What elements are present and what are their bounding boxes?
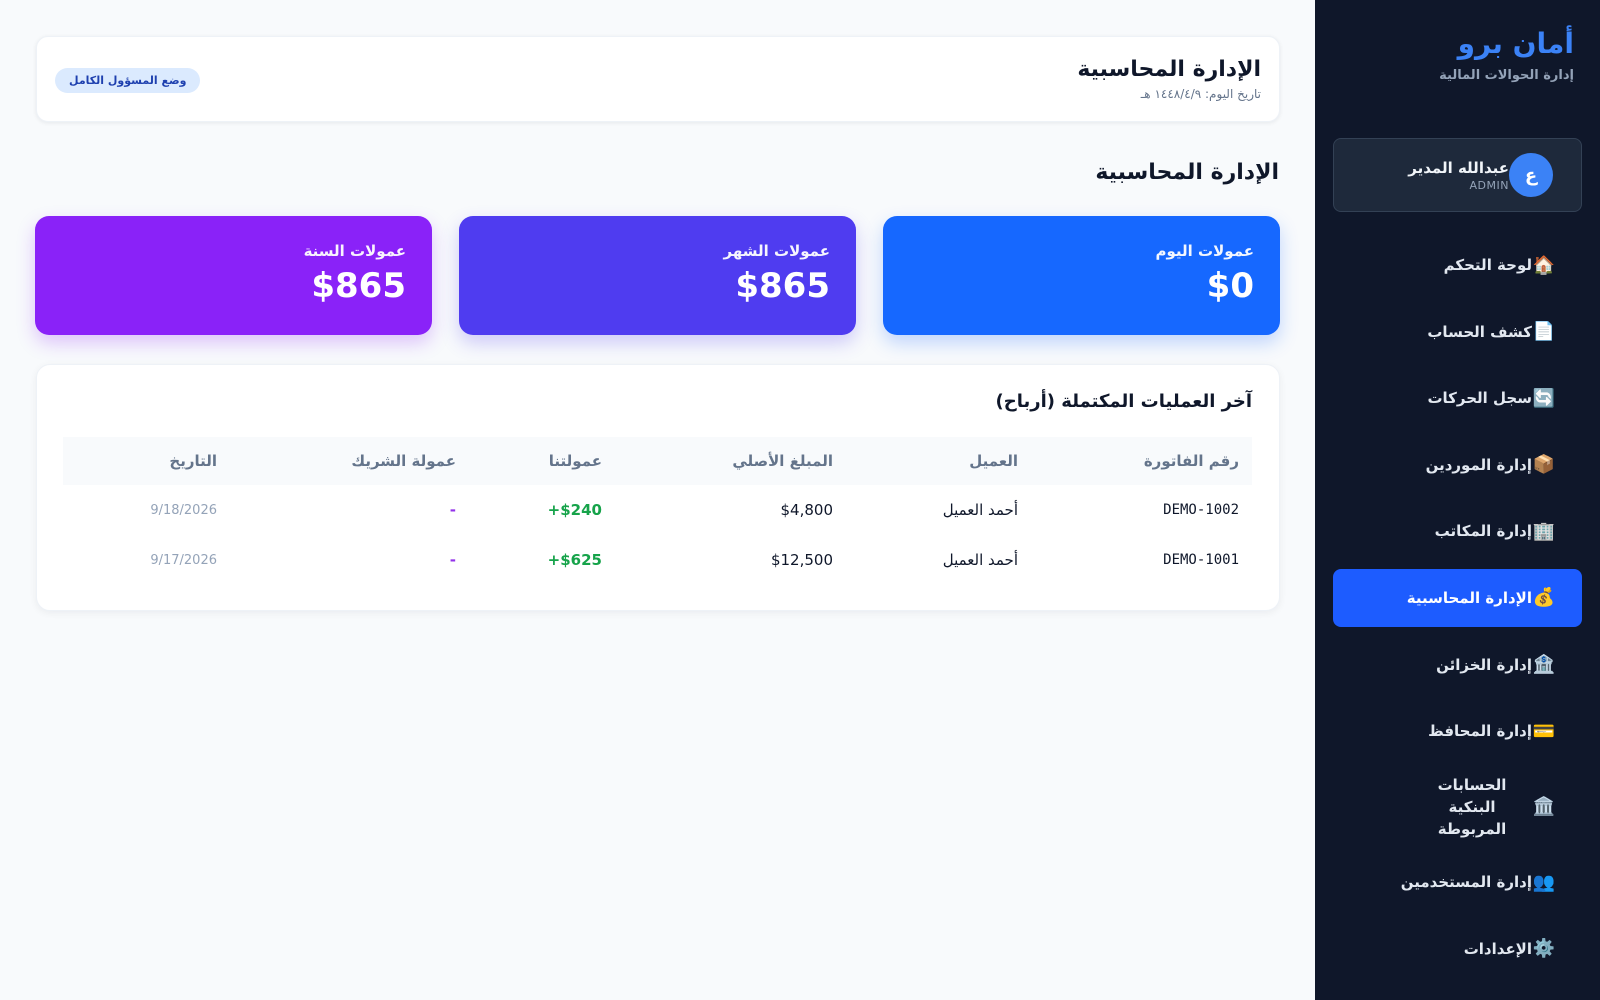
sidebar: أمان برو إدارة الحوالات المالية ع عبدالل…: [1315, 0, 1600, 1000]
today-date: تاريخ اليوم: ١٤٤٨/٤/٩ هـ: [1140, 87, 1261, 101]
user-name: عبدالله المدير: [1408, 158, 1509, 177]
sidebar-nav: 🏠 لوحة التحكم 📄 كشف الحساب 🔄 سجل الحركات…: [1333, 236, 1582, 987]
sidebar-item-label: كشف الحساب: [1427, 322, 1532, 341]
sidebar-item-accounting[interactable]: 💰 الإدارة المحاسبية: [1333, 568, 1582, 627]
sidebar-item-suppliers[interactable]: 📦 إدارة الموردين: [1333, 436, 1582, 494]
table-title: آخر العمليات المكتملة (أرباح): [995, 391, 1252, 412]
sidebar-item-settings[interactable]: ⚙️ الإعدادات: [1333, 920, 1582, 978]
table-row: DEMO-1001 أحمد العميل $12,500 +$625 - 9/…: [63, 535, 1252, 585]
home-icon: 🏠: [1532, 254, 1556, 276]
cell-partner-commission: -: [449, 501, 456, 519]
header-our-commission: عمولتنا: [548, 452, 602, 470]
cell-our-commission: +$625: [547, 551, 602, 569]
stat-value: $865: [735, 266, 830, 306]
sidebar-item-label: الإدارة المحاسبية: [1406, 588, 1532, 607]
stat-value: $865: [311, 266, 406, 306]
sidebar-item-label: إدارة المحافظ: [1428, 722, 1532, 741]
header-date: التاريخ: [169, 452, 217, 470]
header-invoice: رقم الفاتورة: [1143, 452, 1239, 470]
section-title: الإدارة المحاسبية: [1095, 160, 1279, 185]
header-amount: المبلغ الأصلي: [732, 452, 833, 470]
cell-client: أحمد العميل: [942, 551, 1018, 569]
stat-label: عمولات اليوم: [1155, 242, 1254, 260]
sidebar-item-dashboard[interactable]: 🏠 لوحة التحكم: [1333, 236, 1582, 294]
stat-label: عمولات السنة: [303, 242, 406, 260]
table-header: رقم الفاتورة العميل المبلغ الأصلي عمولتن…: [63, 437, 1252, 485]
sidebar-item-label: الحسابات البنكية المربوطة: [1437, 775, 1507, 838]
sidebar-item-label: إدارة المكاتب: [1434, 522, 1532, 541]
page-header: الإدارة المحاسبية تاريخ اليوم: ١٤٤٨/٤/٩ …: [36, 36, 1280, 122]
cell-amount: $4,800: [780, 501, 834, 519]
cell-our-commission: +$240: [547, 501, 602, 519]
sidebar-item-label: سجل الحركات: [1427, 389, 1532, 408]
sidebar-item-account-statement[interactable]: 📄 كشف الحساب: [1333, 303, 1582, 361]
sidebar-item-linked-bank-accounts[interactable]: 🏛️ الحسابات البنكية المربوطة: [1333, 769, 1582, 845]
sidebar-item-label: الإعدادات: [1463, 939, 1532, 958]
user-role: ADMIN: [1469, 178, 1509, 192]
users-icon: 👥: [1532, 871, 1556, 893]
sidebar-item-treasuries[interactable]: 🏦 إدارة الخزائن: [1333, 636, 1582, 694]
user-card[interactable]: ع عبدالله المدير ADMIN: [1333, 138, 1582, 212]
main-content: الإدارة المحاسبية تاريخ اليوم: ١٤٤٨/٤/٩ …: [0, 0, 1315, 1000]
cell-partner-commission: -: [449, 551, 456, 569]
table-row: DEMO-1002 أحمد العميل $4,800 +$240 - 9/1…: [63, 485, 1252, 535]
brand-subtitle: إدارة الحوالات المالية: [1439, 68, 1574, 83]
sidebar-item-label: لوحة التحكم: [1443, 256, 1532, 274]
cell-date: 9/17/2026: [150, 552, 217, 568]
page-title: الإدارة المحاسبية: [1077, 57, 1261, 82]
sidebar-item-users[interactable]: 👥 إدارة المستخدمين: [1333, 853, 1582, 911]
stat-card-year: عمولات السنة $865: [35, 216, 432, 335]
stat-card-month: عمولات الشهر $865: [459, 216, 856, 335]
user-info: عبدالله المدير ADMIN: [1408, 159, 1509, 192]
sidebar-item-wallets[interactable]: 💳 إدارة المحافظ: [1333, 702, 1582, 760]
avatar: ع: [1509, 153, 1553, 197]
refresh-icon: 🔄: [1532, 387, 1556, 409]
classical-building-icon: 🏛️: [1532, 796, 1556, 818]
gear-icon: ⚙️: [1532, 938, 1556, 960]
cell-invoice: DEMO-1001: [1163, 552, 1239, 568]
cell-invoice: DEMO-1002: [1163, 502, 1239, 518]
bank-icon: 🏦: [1532, 654, 1556, 676]
header-partner-commission: عمولة الشريك: [351, 452, 456, 470]
sidebar-item-label: إدارة الخزائن: [1436, 655, 1532, 674]
cell-amount: $12,500: [770, 551, 833, 569]
sidebar-item-transactions-log[interactable]: 🔄 سجل الحركات: [1333, 369, 1582, 427]
stat-label: عمولات الشهر: [723, 242, 830, 260]
sidebar-item-label: إدارة المستخدمين: [1400, 873, 1532, 892]
recent-operations-card: آخر العمليات المكتملة (أرباح) رقم الفاتو…: [36, 364, 1280, 611]
credit-card-icon: 💳: [1532, 720, 1556, 742]
cell-date: 9/18/2026: [150, 502, 217, 518]
stat-card-today: عمولات اليوم $0: [883, 216, 1280, 335]
document-icon: 📄: [1532, 321, 1556, 343]
brand-name[interactable]: أمان برو: [1341, 26, 1574, 62]
money-bag-icon: 💰: [1532, 587, 1556, 609]
operations-table: رقم الفاتورة العميل المبلغ الأصلي عمولتن…: [63, 437, 1252, 585]
header-client: العميل: [969, 452, 1018, 470]
office-building-icon: 🏢: [1532, 520, 1556, 542]
cell-client: أحمد العميل: [942, 501, 1018, 519]
admin-mode-badge: وضع المسؤول الكامل: [55, 68, 201, 93]
package-icon: 📦: [1532, 454, 1556, 476]
sidebar-item-label: إدارة الموردين: [1425, 455, 1532, 474]
sidebar-item-offices[interactable]: 🏢 إدارة المكاتب: [1333, 502, 1582, 560]
brand: أمان برو إدارة الحوالات المالية: [1315, 0, 1600, 83]
stat-value: $0: [1206, 266, 1254, 306]
